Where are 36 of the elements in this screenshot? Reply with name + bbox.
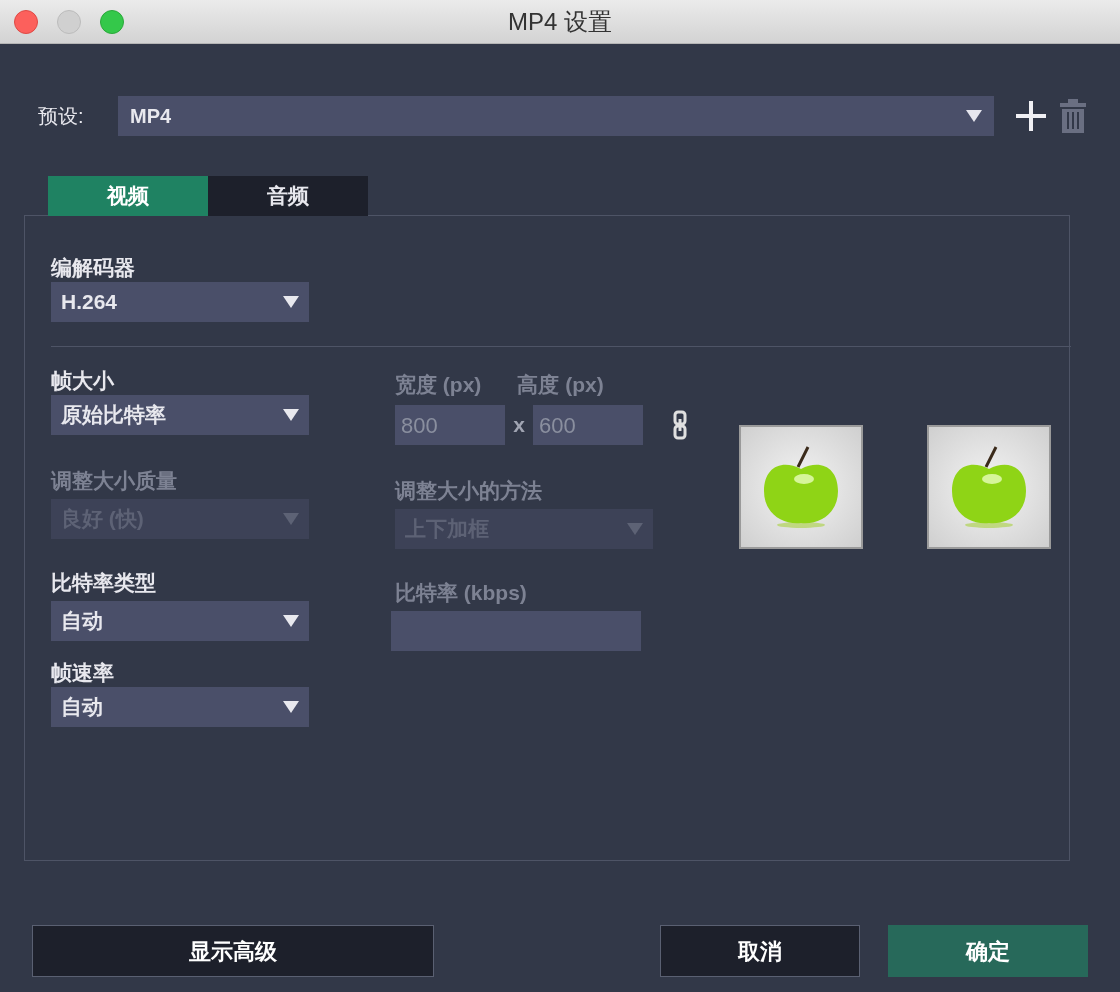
caret-icon bbox=[283, 296, 299, 308]
link-icon[interactable] bbox=[673, 410, 687, 440]
dialog-button[interactable]: 确定 bbox=[888, 925, 1088, 977]
zoom-button[interactable] bbox=[100, 9, 124, 34]
caret-icon bbox=[627, 523, 643, 535]
dropdown[interactable]: H.264 bbox=[51, 282, 309, 322]
trash-icon[interactable] bbox=[1060, 99, 1086, 133]
field-label: 编解码器 bbox=[51, 255, 136, 281]
dropdown[interactable]: 自动 bbox=[51, 601, 309, 641]
minimize-button[interactable] bbox=[57, 9, 81, 34]
tab[interactable]: 音频 bbox=[208, 176, 368, 216]
preset-label: 预设: bbox=[38, 104, 85, 129]
field-label: 宽度 (px) bbox=[395, 372, 482, 398]
caret-icon bbox=[283, 615, 299, 627]
bitrate-field[interactable] bbox=[391, 611, 641, 651]
dropdown[interactable]: 原始比特率 bbox=[51, 395, 309, 435]
caret-icon bbox=[283, 409, 299, 421]
field-label: 比特率 (kbps) bbox=[395, 580, 528, 606]
dialog-button[interactable]: 取消 bbox=[660, 925, 860, 977]
close-button[interactable] bbox=[14, 9, 38, 34]
field-label: 高度 (px) bbox=[517, 372, 604, 398]
dropdown[interactable]: 自动 bbox=[51, 687, 309, 727]
field-label: 帧速率 bbox=[51, 660, 115, 686]
field-label: 帧大小 bbox=[51, 368, 115, 394]
preset-dropdown[interactable]: MP4 bbox=[118, 96, 994, 136]
field-label: 调整大小的方法 bbox=[395, 478, 543, 504]
caret-icon bbox=[283, 701, 299, 713]
dialog-button[interactable]: 显示高级 bbox=[32, 925, 434, 977]
add-icon[interactable] bbox=[1014, 99, 1048, 133]
field-label: 比特率类型 bbox=[51, 570, 157, 596]
field-label: 调整大小质量 bbox=[51, 468, 178, 494]
times-sign: x bbox=[512, 412, 526, 439]
tab[interactable]: 视频 bbox=[48, 176, 208, 216]
caret-icon bbox=[966, 110, 982, 122]
caret-icon bbox=[283, 513, 299, 525]
window-title: MP4 设置 bbox=[508, 7, 612, 37]
